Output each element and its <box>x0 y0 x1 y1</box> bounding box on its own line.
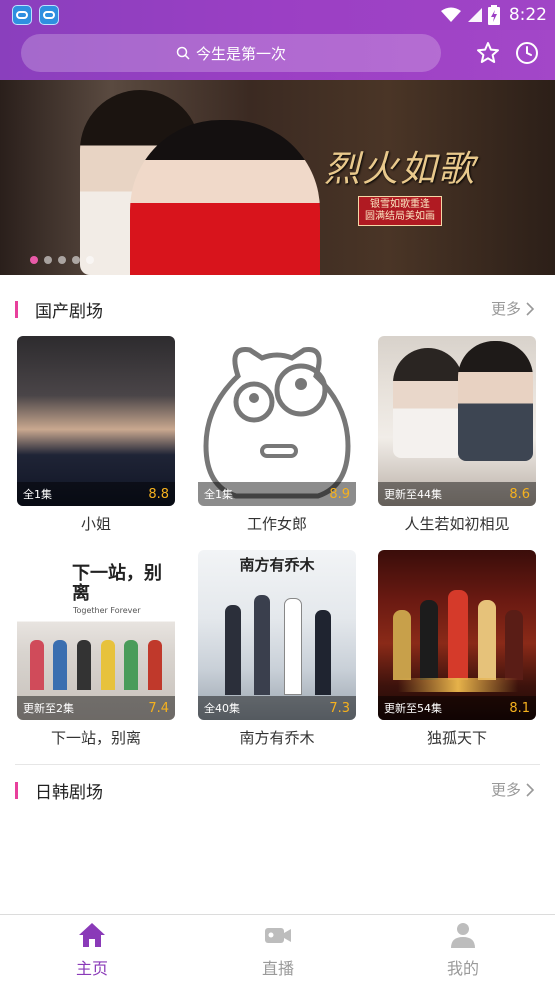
status-time: 8:22 <box>508 5 547 25</box>
rating-score: 8.8 <box>148 486 169 502</box>
episode-count: 更新至54集 <box>384 702 442 715</box>
tab-home[interactable]: 主页 <box>32 921 152 979</box>
drama-poster: 全1集 8.8 <box>17 336 175 506</box>
carousel-dot[interactable] <box>44 256 52 264</box>
tab-profile[interactable]: 我的 <box>403 921 523 979</box>
clock-icon <box>516 42 538 64</box>
banner-subtitle-line2: 圆满结局美如画 <box>365 211 435 222</box>
drama-card[interactable]: 全1集 8.9 工作女郎 <box>198 336 358 534</box>
poster-figures-row <box>25 640 167 690</box>
episode-count: 更新至44集 <box>384 488 442 501</box>
drama-title: 独孤天下 <box>426 729 487 747</box>
episode-count: 全40集 <box>204 702 240 715</box>
star-icon <box>477 42 499 63</box>
drama-title: 小姐 <box>80 515 111 533</box>
drama-poster: 全1集 8.9 <box>198 336 356 506</box>
poster-caption: 更新至44集 8.6 <box>378 482 536 506</box>
section-title: 国产剧场 <box>35 302 103 322</box>
carousel-dot[interactable] <box>72 256 80 264</box>
poster-title-text: 下一站，别离 <box>72 563 162 604</box>
rating-score: 7.3 <box>329 700 350 716</box>
drama-poster: 南方有乔木 全40集 7.3 <box>198 550 356 720</box>
section-header-jp-kr: 日韩剧场 更多 <box>0 775 555 805</box>
poster-subtitle-text: Together Forever <box>73 606 141 615</box>
section-title: 日韩剧场 <box>35 783 103 803</box>
poster-caption: 全40集 7.3 <box>198 696 356 720</box>
drama-card[interactable]: 更新至44集 8.6 人生若如初相见 <box>378 336 538 534</box>
poster-figures-row <box>218 590 338 695</box>
poster-figure <box>458 341 533 461</box>
banner-subtitle-line1: 银雪如歌重逢 <box>370 199 430 210</box>
history-button[interactable] <box>513 39 541 67</box>
rating-score: 7.4 <box>148 700 169 716</box>
placeholder-mascot-icon <box>203 347 351 499</box>
poster-caption: 全1集 8.9 <box>198 482 356 506</box>
carousel-dot[interactable] <box>86 256 94 264</box>
favorites-button[interactable] <box>474 39 502 67</box>
tab-live[interactable]: 直播 <box>218 921 338 979</box>
poster-figures-row <box>388 590 528 680</box>
poster-caption: 更新至54集 8.1 <box>378 696 536 720</box>
drama-poster: 下一站，别离 Together Forever 更新至2集 7.4 <box>17 550 175 720</box>
poster-logo-strip <box>398 678 518 692</box>
wifi-icon <box>440 7 461 22</box>
user-icon <box>451 923 475 948</box>
more-button[interactable]: 更多 <box>491 779 535 800</box>
section-header-domestic: 国产剧场 更多 <box>0 294 555 324</box>
episode-count: 全1集 <box>23 488 52 501</box>
tab-label: 主页 <box>75 959 108 978</box>
drama-title: 南方有乔木 <box>239 729 315 747</box>
drama-card[interactable]: 全1集 8.8 小姐 <box>17 336 177 534</box>
video-camera-icon <box>265 928 291 943</box>
banner-carousel[interactable]: 烈火如歌 银雪如歌重逢 圆满结局美如画 <box>0 80 555 275</box>
episode-count: 更新至2集 <box>23 702 74 715</box>
banner-figure <box>130 120 320 275</box>
drama-title: 下一站，别离 <box>50 729 141 747</box>
episode-count: 全1集 <box>204 488 233 501</box>
status-indicators: 8:22 <box>440 4 547 26</box>
carousel-indicator <box>30 256 94 264</box>
poster-caption: 全1集 8.8 <box>17 482 175 506</box>
section-accent-bar <box>15 301 18 318</box>
bottom-tab-bar: 主页 直播 我的 <box>0 914 555 989</box>
drama-card[interactable]: 下一站，别离 Together Forever 更新至2集 7.4 下一站，别离 <box>17 550 177 748</box>
section-divider <box>15 764 540 765</box>
poster-caption: 更新至2集 7.4 <box>17 696 175 720</box>
drama-card[interactable]: 南方有乔木 全40集 7.3 南方有乔木 <box>198 550 358 748</box>
tab-label: 直播 <box>261 959 294 978</box>
battery-icon <box>487 5 500 25</box>
search-placeholder: 今生是第一次 <box>195 44 286 63</box>
more-button[interactable]: 更多 <box>491 298 535 319</box>
carousel-dot[interactable] <box>58 256 66 264</box>
drama-title: 人生若如初相见 <box>404 515 510 533</box>
drama-poster: 更新至44集 8.6 <box>378 336 536 506</box>
search-input[interactable]: 今生是第一次 <box>21 34 441 72</box>
banner-title: 烈火如歌 <box>323 149 476 190</box>
rating-score: 8.9 <box>329 486 350 502</box>
home-icon <box>79 923 105 947</box>
chevron-right-icon <box>526 301 535 316</box>
drama-card[interactable]: 更新至54集 8.1 独孤天下 <box>378 550 538 748</box>
rating-score: 8.1 <box>509 700 530 716</box>
banner-subtitle-box: 银雪如歌重逢 圆满结局美如画 <box>358 196 442 226</box>
rating-score: 8.6 <box>509 486 530 502</box>
carousel-dot[interactable] <box>30 256 38 264</box>
banner-title-block: 烈火如歌 银雪如歌重逢 圆满结局美如画 <box>300 140 500 226</box>
poster-title-text: 南方有乔木 <box>239 556 315 574</box>
chevron-right-icon <box>526 782 535 797</box>
tab-label: 我的 <box>446 959 479 978</box>
drama-poster: 更新至54集 8.1 <box>378 550 536 720</box>
notification-app-icon <box>12 5 32 25</box>
poster-figure <box>393 348 463 458</box>
status-bar: 8:22 <box>0 0 555 30</box>
signal-icon <box>467 8 482 22</box>
section-accent-bar <box>15 782 18 799</box>
drama-title: 工作女郎 <box>246 515 307 533</box>
app-header: 今生是第一次 <box>0 30 555 80</box>
more-label: 更多 <box>490 300 521 318</box>
notification-app-icon <box>39 5 59 25</box>
more-label: 更多 <box>490 781 521 799</box>
search-icon <box>176 46 190 60</box>
